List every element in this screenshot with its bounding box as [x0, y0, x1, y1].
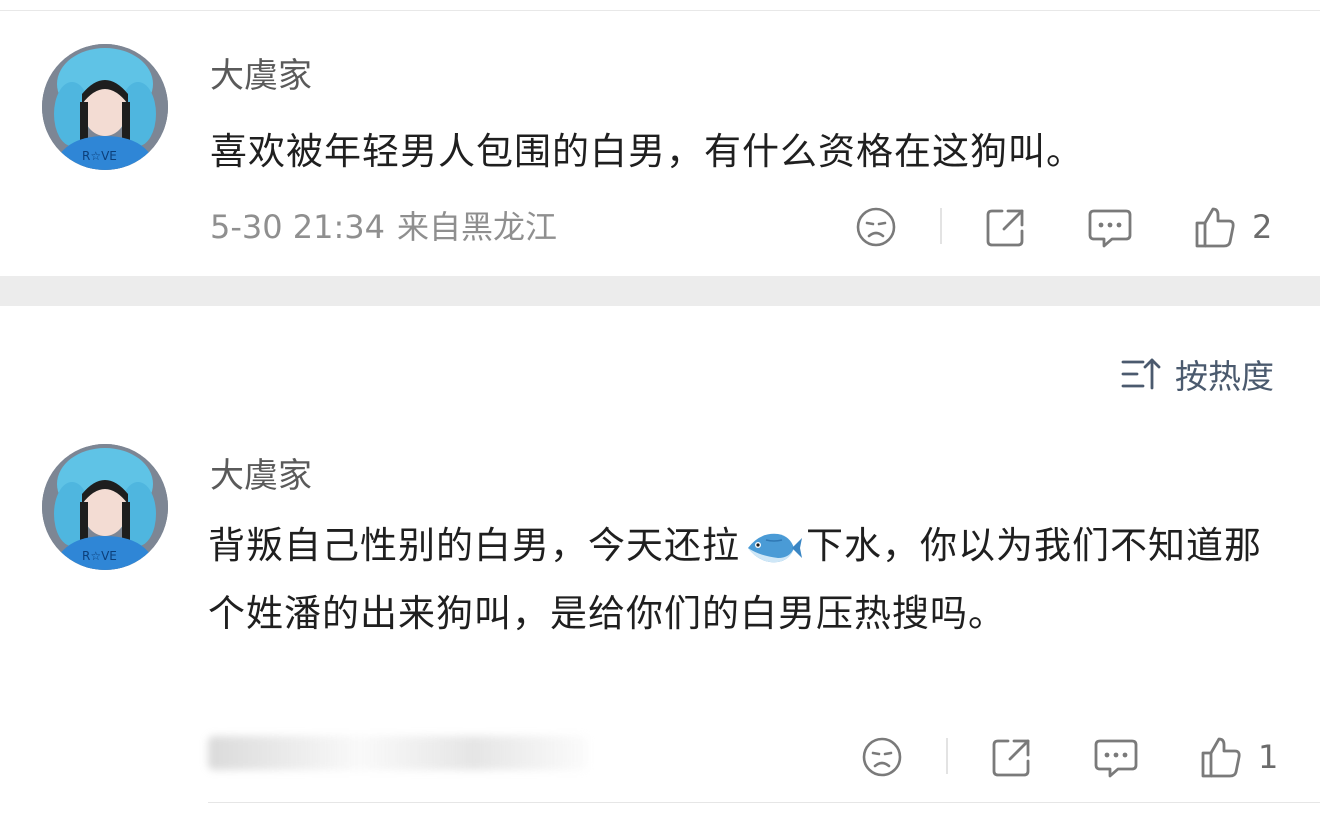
sort-by-hot-button[interactable]: 按热度 — [1121, 350, 1274, 398]
svg-text:R☆VE: R☆VE — [82, 549, 117, 563]
comment-text: 喜欢被年轻男人包围的白男，有什么资格在这狗叫。 — [210, 130, 1084, 173]
dislike-button[interactable] — [860, 734, 904, 780]
dislike-face-icon — [862, 737, 902, 777]
bottom-divider — [208, 802, 1320, 803]
comment-actions: 1 — [0, 734, 1320, 780]
comment-text: 背叛自己性别的白男，今天还拉 下水，你以为我们不知道那个姓潘的出来狗叫，是给你们… — [208, 512, 1268, 648]
share-icon — [992, 739, 1030, 777]
like-button[interactable]: 2 — [1194, 204, 1272, 250]
username[interactable]: 大虞家 — [210, 52, 312, 100]
thumbs-up-icon — [1195, 207, 1235, 248]
comment-button[interactable] — [1088, 204, 1132, 250]
username[interactable]: 大虞家 — [210, 452, 312, 500]
avatar[interactable]: R☆VE — [42, 44, 168, 170]
dislike-face-icon — [856, 207, 896, 247]
sort-label: 按热度 — [1175, 357, 1274, 396]
action-divider — [940, 208, 942, 244]
comment-actions: 2 — [0, 204, 1320, 250]
action-divider — [946, 738, 948, 774]
top-divider — [0, 10, 1320, 11]
fish-emoji-icon — [748, 533, 802, 562]
comment-icon — [1088, 209, 1132, 248]
share-icon — [986, 209, 1024, 247]
section-separator — [0, 276, 1320, 306]
avatar[interactable]: R☆VE — [42, 444, 168, 570]
comment-button[interactable] — [1094, 734, 1138, 780]
avatar-image: R☆VE — [42, 444, 168, 570]
comment-text-part: 背叛自己性别的白男，今天还拉 — [208, 524, 740, 567]
sort-icon — [1121, 358, 1161, 390]
svg-text:R☆VE: R☆VE — [82, 149, 117, 163]
thumbs-up-icon — [1201, 737, 1241, 778]
like-count: 1 — [1258, 738, 1279, 776]
avatar-image: R☆VE — [42, 44, 168, 170]
share-button[interactable] — [984, 204, 1028, 250]
share-button[interactable] — [990, 734, 1034, 780]
comment-icon — [1094, 739, 1138, 778]
like-count: 2 — [1252, 208, 1273, 246]
dislike-button[interactable] — [854, 204, 898, 250]
like-button[interactable]: 1 — [1200, 734, 1278, 780]
